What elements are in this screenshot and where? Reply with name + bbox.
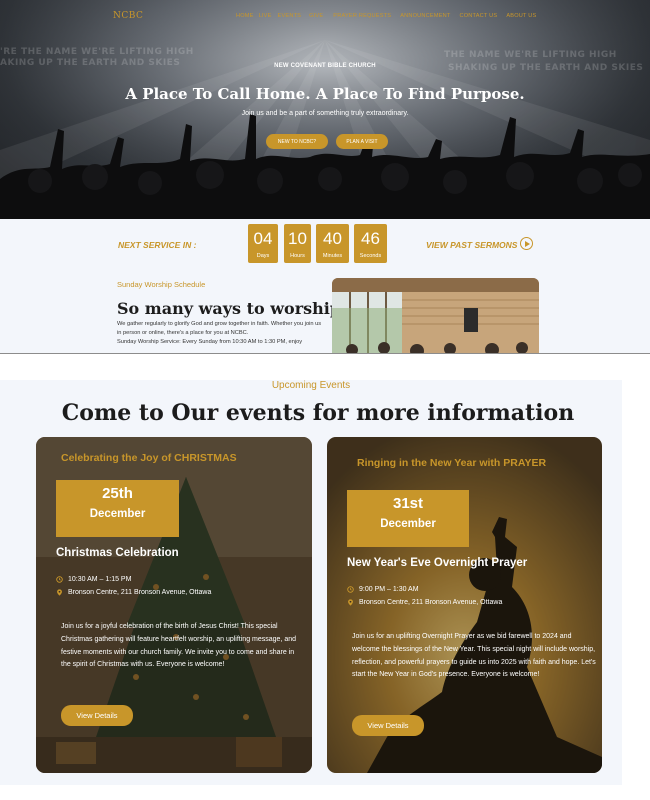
page: 'RE THE NAME WE'RE LIFTING HIGH AKING UP… bbox=[0, 0, 650, 800]
worship-description: We gather regularly to glorify God and g… bbox=[117, 320, 327, 347]
play-icon[interactable] bbox=[520, 237, 533, 250]
countdown-label: Days bbox=[256, 253, 270, 259]
nav-announcement[interactable]: ANNOUNCEMENT bbox=[400, 13, 450, 19]
view-details-button[interactable]: View Details bbox=[61, 705, 133, 726]
countdown-label: Seconds bbox=[359, 253, 382, 259]
section-gap bbox=[0, 354, 650, 380]
nav-events[interactable]: EVENTS bbox=[278, 13, 302, 19]
event-card-heading: Celebrating the Joy of CHRISTMAS bbox=[61, 452, 237, 464]
event-day: 31st bbox=[392, 495, 424, 512]
worship-photo bbox=[332, 278, 539, 354]
event-location: Bronson Centre, 211 Bronson Avenue, Otta… bbox=[56, 589, 211, 596]
countdown-hours: 10 Hours bbox=[284, 224, 311, 263]
location-pin-icon bbox=[57, 589, 62, 596]
hero-kicker: NEW COVENANT BIBLE CHURCH bbox=[274, 63, 376, 69]
event-card-heading: Ringing in the New Year with PRAYER bbox=[357, 457, 547, 469]
clock-icon bbox=[56, 576, 63, 583]
countdown-number: 46 bbox=[361, 229, 380, 248]
worship-title: So many ways to worship bbox=[117, 299, 342, 318]
countdown-minutes: 40 Minutes bbox=[316, 224, 349, 263]
worship-crowd-silhouette bbox=[0, 114, 650, 219]
nav-home[interactable]: HOME bbox=[236, 13, 254, 19]
event-time: 10:30 AM – 1:15 PM bbox=[56, 576, 131, 583]
events-section: Upcoming Events Come to Our events for m… bbox=[0, 380, 622, 785]
site-logo[interactable]: NCBC bbox=[113, 11, 143, 21]
countdown-label: Hours bbox=[290, 253, 305, 259]
next-service-label: NEXT SERVICE IN : bbox=[118, 240, 197, 250]
event-time-text: 9:00 PM – 1:30 AM bbox=[359, 586, 419, 593]
event-month: December bbox=[89, 508, 146, 520]
backdrop-lyric: THE NAME WE'RE LIFTING HIGH bbox=[444, 50, 617, 60]
plan-a-visit-button[interactable]: PLAN A VISIT bbox=[336, 134, 388, 149]
event-description: Join us for a joyful celebration of the … bbox=[61, 623, 297, 669]
event-description: Join us for an uplifting Overnight Praye… bbox=[352, 633, 596, 679]
view-details-button[interactable]: View Details bbox=[352, 715, 424, 736]
worship-body: We gather regularly to glorify God and g… bbox=[117, 321, 322, 336]
event-card-new-year: Ringing in the New Year with PRAYER 31st… bbox=[327, 437, 602, 773]
event-day: 25th bbox=[102, 485, 133, 502]
countdown-days: 04 Days bbox=[248, 224, 278, 263]
countdown-number: 40 bbox=[323, 229, 342, 248]
view-past-sermons-link[interactable]: VIEW PAST SERMONS bbox=[426, 240, 517, 250]
main-nav: HOME LIVE EVENTS GIVE PRAYER REQUESTS AN… bbox=[236, 13, 536, 19]
event-time-text: 10:30 AM – 1:15 PM bbox=[68, 576, 132, 583]
nav-prayer-requests[interactable]: PRAYER REQUESTS bbox=[333, 13, 391, 19]
clock-icon bbox=[347, 586, 354, 593]
events-kicker: Upcoming Events bbox=[271, 380, 351, 391]
countdown-seconds: 46 Seconds bbox=[354, 224, 387, 263]
worship-schedule: Sunday Worship Service: Every Sunday fro… bbox=[117, 339, 303, 345]
event-location-text: Bronson Centre, 211 Bronson Avenue, Otta… bbox=[68, 589, 212, 596]
event-month: December bbox=[380, 518, 436, 530]
worship-kicker: Sunday Worship Schedule bbox=[117, 280, 206, 289]
hero-section: 'RE THE NAME WE'RE LIFTING HIGH AKING UP… bbox=[0, 0, 650, 219]
hero-title: A Place To Call Home. A Place To Find Pu… bbox=[125, 85, 525, 103]
event-location-text: Bronson Centre, 211 Bronson Avenue, Otta… bbox=[359, 599, 503, 606]
countdown-number: 04 bbox=[253, 229, 273, 248]
event-card-christmas: Celebrating the Joy of CHRISTMAS 25th De… bbox=[36, 437, 312, 773]
event-name: Christmas Celebration bbox=[56, 547, 179, 559]
event-date-box: 31st December bbox=[347, 490, 469, 547]
nav-give[interactable]: GIVE bbox=[309, 13, 323, 19]
service-section: NEXT SERVICE IN : 04 Days 10 Hours 40 Mi… bbox=[0, 219, 650, 354]
nav-about-us[interactable]: ABOUT US bbox=[506, 13, 536, 19]
hero-subtitle: Join us and be a part of something truly… bbox=[241, 110, 409, 117]
event-name: New Year's Eve Overnight Prayer bbox=[347, 557, 528, 569]
event-time: 9:00 PM – 1:30 AM bbox=[347, 586, 419, 593]
nav-contact-us[interactable]: CONTACT US bbox=[459, 13, 497, 19]
countdown-number: 10 bbox=[288, 229, 307, 248]
location-pin-icon bbox=[348, 599, 353, 606]
event-date-box: 25th December bbox=[56, 480, 179, 537]
event-location: Bronson Centre, 211 Bronson Avenue, Otta… bbox=[347, 599, 502, 606]
events-title: Come to Our events for more information bbox=[61, 400, 575, 426]
nav-live[interactable]: LIVE bbox=[259, 13, 272, 19]
countdown-label: Minutes bbox=[322, 253, 343, 259]
backdrop-lyric: 'RE THE NAME WE'RE LIFTING HIGH bbox=[0, 47, 194, 57]
new-to-ncbc-button[interactable]: NEW TO NCBC? bbox=[266, 134, 328, 149]
